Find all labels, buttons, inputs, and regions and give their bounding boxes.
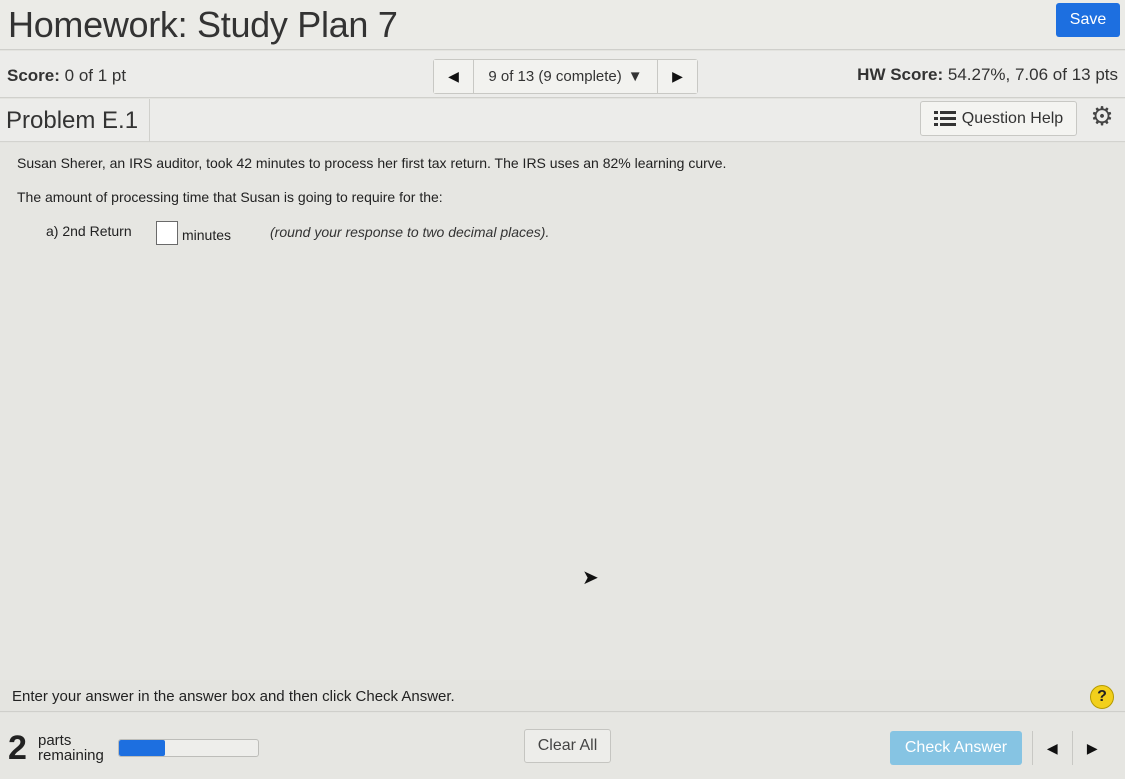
parts-remaining-label: parts remaining [38,733,104,763]
gear-icon[interactable]: ⚙ [1089,103,1115,129]
hw-score: HW Score: 54.27%, 7.06 of 13 pts [857,65,1118,85]
page-title: Homework: Study Plan 7 [8,4,398,45]
mouse-cursor-icon: ➤ [582,567,599,589]
problem-bar: Problem E.1 Question Help ⚙ [0,99,1125,142]
question-help-button[interactable]: Question Help [920,101,1077,136]
problem-content: Susan Sherer, an IRS auditor, took 42 mi… [0,143,1125,711]
footer-bar: 2 parts remaining Clear All Check Answer… [0,713,1125,779]
save-button[interactable]: Save [1056,3,1120,37]
answer-input[interactable] [156,221,178,245]
remaining-word: remaining [38,747,104,764]
score-bar: Score: 0 of 1 pt ◀ 9 of 13 (9 complete) … [0,51,1125,98]
unit-label: minutes [182,227,232,243]
footer-previous-button[interactable]: ◀ [1033,731,1073,765]
triangle-left-icon: ◀ [1046,739,1058,756]
triangle-left-icon: ◀ [448,68,459,84]
clear-all-button[interactable]: Clear All [524,729,611,763]
progress-fill [119,740,165,756]
triangle-right-icon: ▶ [672,68,683,84]
parts-word: parts [38,732,72,749]
question-subtext: The amount of processing time that Susan… [17,189,443,205]
question-select[interactable]: 9 of 13 (9 complete) ▼ [474,60,657,93]
triangle-down-icon: ▼ [627,68,643,85]
question-help-label: Question Help [961,109,1064,127]
score-label: Score: [7,66,60,85]
question-text: Susan Sherer, an IRS auditor, took 42 mi… [17,155,727,171]
list-icon [933,110,956,126]
hw-score-value: 54.27%, 7.06 of 13 pts [947,65,1118,84]
instruction-bar: Enter your answer in the answer box and … [0,680,1125,712]
instruction-text: Enter your answer in the answer box and … [12,688,455,705]
question-navigator: ◀ 9 of 13 (9 complete) ▼ ▶ [433,59,698,94]
score-value: 0 of 1 pt [64,66,127,85]
problem-title: Problem E.1 [0,99,150,142]
question-position: 9 of 13 (9 complete) [488,68,622,85]
hw-score-label: HW Score: [857,65,944,84]
score: Score: 0 of 1 pt [7,66,126,86]
next-question-button[interactable]: ▶ [657,60,697,93]
triangle-right-icon: ▶ [1086,739,1098,756]
part-a-label: a) 2nd Return [46,223,132,239]
header-bar: Homework: Study Plan 7 Save [0,0,1125,50]
parts-remaining-count: 2 [8,729,27,767]
parts-progress-bar [118,739,259,757]
footer-next-button[interactable]: ▶ [1073,731,1113,765]
help-icon[interactable]: ? [1090,685,1114,709]
previous-question-button[interactable]: ◀ [434,60,474,93]
rounding-hint: (round your response to two decimal plac… [270,224,550,240]
check-answer-button[interactable]: Check Answer [890,731,1022,765]
footer-navigator: ◀ ▶ [1032,731,1112,765]
